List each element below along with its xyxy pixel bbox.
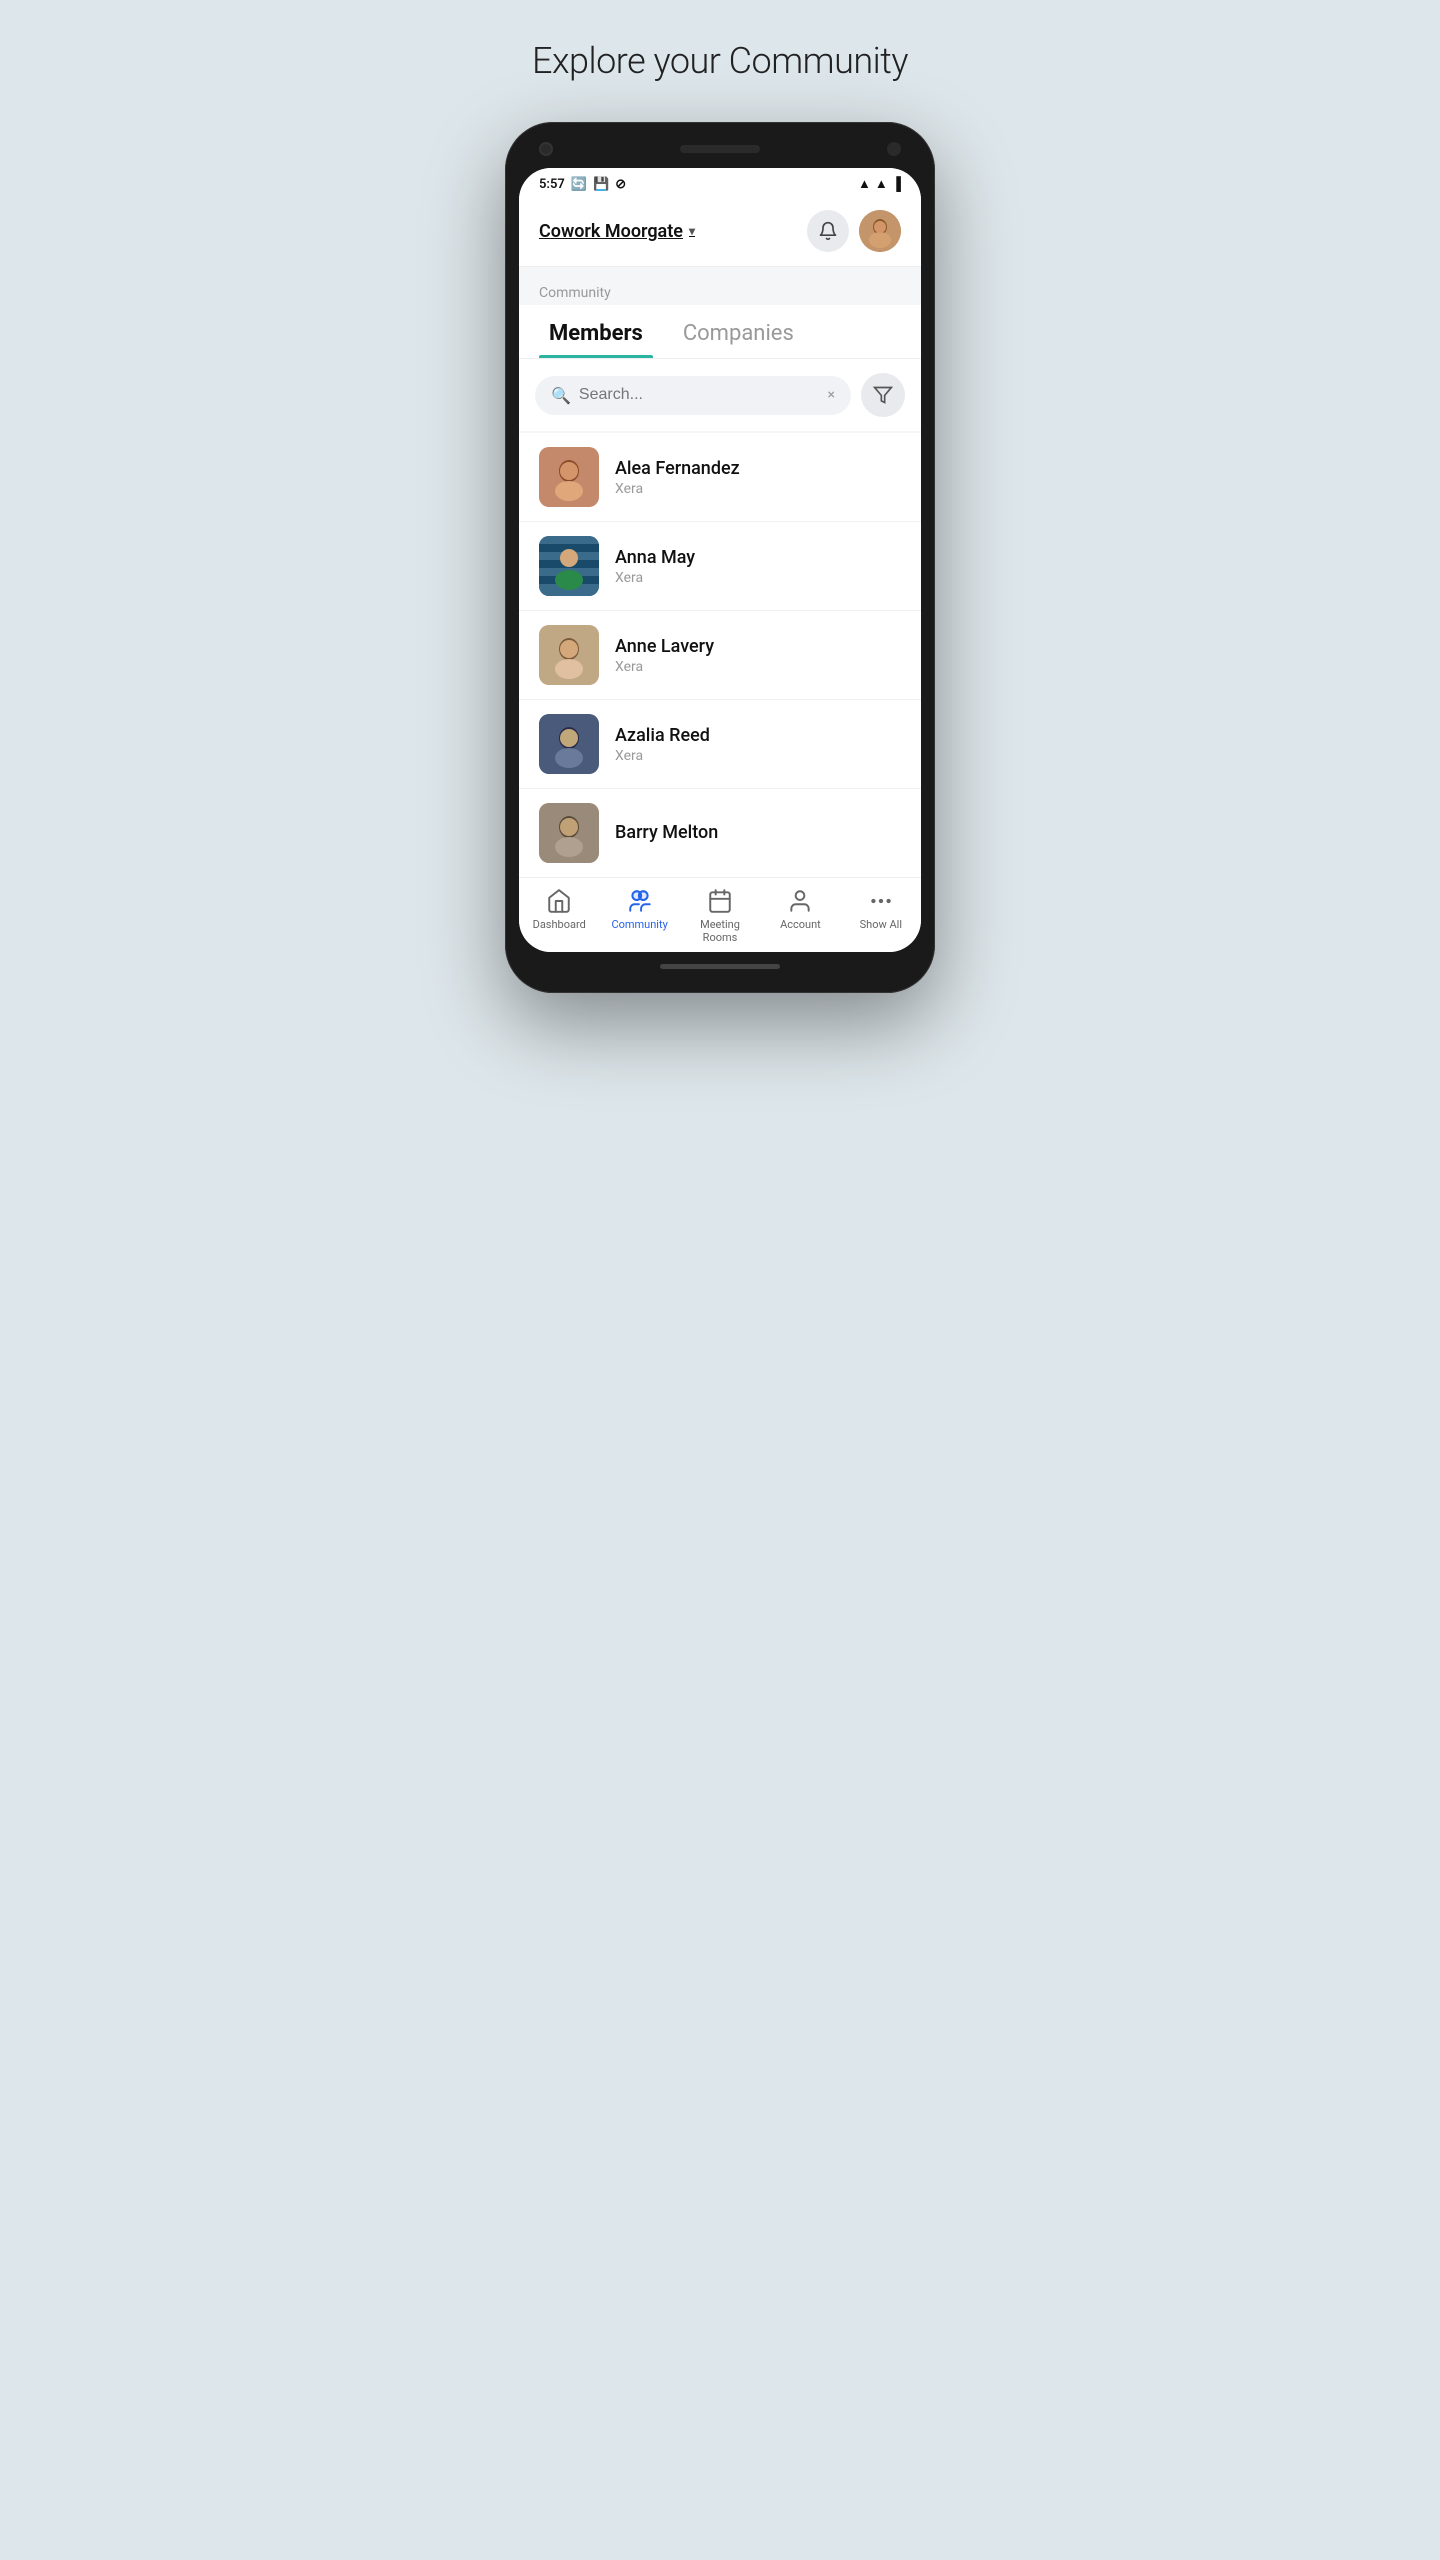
- member-avatar: [539, 714, 599, 774]
- storage-icon: 💾: [593, 177, 609, 192]
- speaker-grille: [680, 145, 760, 153]
- content-area: Community Members Companies 🔍 ×: [519, 267, 921, 877]
- member-avatar: [539, 447, 599, 507]
- status-left: 5:57 🔄 💾 ⊘: [539, 177, 626, 192]
- person-icon: [787, 888, 813, 914]
- bottom-nav: Dashboard Community: [519, 877, 921, 952]
- app-header: Cowork Moorgate ▾: [519, 198, 921, 267]
- member-avatar: [539, 625, 599, 685]
- search-input[interactable]: [579, 386, 820, 404]
- status-time: 5:57: [539, 177, 565, 192]
- nav-label-show-all: Show All: [860, 918, 902, 931]
- wifi-icon: ▲: [858, 176, 871, 192]
- member-name: Anna May: [615, 547, 901, 568]
- status-bar: 5:57 🔄 💾 ⊘ ▲ ▲ ▐: [519, 168, 921, 198]
- member-info: Anna May Xera: [615, 547, 901, 586]
- sensor: [887, 142, 901, 156]
- chevron-down-icon: ▾: [689, 224, 695, 238]
- sidebar-item-meeting-rooms[interactable]: MeetingRooms: [680, 888, 760, 944]
- tab-members[interactable]: Members: [539, 305, 653, 358]
- tab-companies[interactable]: Companies: [673, 305, 804, 358]
- member-info: Anne Lavery Xera: [615, 636, 901, 675]
- tabs-container: Members Companies: [519, 305, 921, 359]
- sidebar-item-community[interactable]: Community: [599, 888, 679, 944]
- nav-label-account: Account: [780, 918, 821, 931]
- phone-bottom-bar: [519, 952, 921, 977]
- home-indicator: [660, 964, 780, 969]
- community-icon: [627, 888, 653, 914]
- member-avatar: [539, 803, 599, 863]
- nav-label-community: Community: [611, 918, 667, 931]
- battery-icon: ▐: [892, 176, 901, 192]
- nav-label-meeting-rooms: MeetingRooms: [700, 918, 740, 944]
- search-bar[interactable]: 🔍 ×: [535, 376, 851, 415]
- user-avatar-button[interactable]: [859, 210, 901, 252]
- page-title: Explore your Community: [532, 40, 908, 82]
- member-company: Xera: [615, 748, 901, 764]
- member-name: Azalia Reed: [615, 725, 901, 746]
- member-name: Alea Fernandez: [615, 458, 901, 479]
- avatar-svg: [859, 210, 901, 252]
- sidebar-item-account[interactable]: Account: [760, 888, 840, 944]
- sidebar-item-show-all[interactable]: Show All: [841, 888, 921, 944]
- signal-icon: ▲: [875, 176, 888, 192]
- phone-screen: 5:57 🔄 💾 ⊘ ▲ ▲ ▐ Cowork Moorgate ▾: [519, 168, 921, 952]
- member-company: Xera: [615, 481, 901, 497]
- list-item[interactable]: Azalia Reed Xera: [519, 700, 921, 789]
- list-item[interactable]: Barry Melton: [519, 789, 921, 877]
- dnd-icon: ⊘: [615, 177, 626, 192]
- search-area: 🔍 ×: [519, 359, 921, 431]
- member-info: Azalia Reed Xera: [615, 725, 901, 764]
- member-info: Barry Melton: [615, 822, 901, 845]
- camera-cutout: [539, 142, 553, 156]
- workspace-selector[interactable]: Cowork Moorgate ▾: [539, 221, 695, 242]
- bell-icon: [818, 221, 838, 241]
- filter-button[interactable]: [861, 373, 905, 417]
- member-company: Xera: [615, 570, 901, 586]
- avatar: [859, 210, 901, 252]
- list-item[interactable]: Anne Lavery Xera: [519, 611, 921, 700]
- phone-shell: 5:57 🔄 💾 ⊘ ▲ ▲ ▐ Cowork Moorgate ▾: [505, 122, 935, 993]
- filter-icon: [873, 385, 893, 405]
- section-label: Community: [519, 267, 921, 305]
- member-name: Barry Melton: [615, 822, 901, 843]
- member-name: Anne Lavery: [615, 636, 901, 657]
- member-company: Xera: [615, 659, 901, 675]
- member-info: Alea Fernandez Xera: [615, 458, 901, 497]
- header-icons: [807, 210, 901, 252]
- list-item[interactable]: Alea Fernandez Xera: [519, 433, 921, 522]
- dots-icon: [868, 888, 894, 914]
- sidebar-item-dashboard[interactable]: Dashboard: [519, 888, 599, 944]
- home-icon: [546, 888, 572, 914]
- list-item[interactable]: Anna May Xera: [519, 522, 921, 611]
- search-icon: 🔍: [551, 386, 571, 405]
- status-right: ▲ ▲ ▐: [858, 176, 901, 192]
- members-list: Alea Fernandez Xera: [519, 433, 921, 877]
- clear-icon[interactable]: ×: [828, 387, 835, 403]
- sync-icon: 🔄: [571, 177, 587, 192]
- member-avatar: [539, 536, 599, 596]
- workspace-name-text: Cowork Moorgate: [539, 221, 683, 242]
- calendar-icon: [707, 888, 733, 914]
- phone-notch: [519, 142, 921, 168]
- notifications-button[interactable]: [807, 210, 849, 252]
- nav-label-dashboard: Dashboard: [533, 918, 586, 931]
